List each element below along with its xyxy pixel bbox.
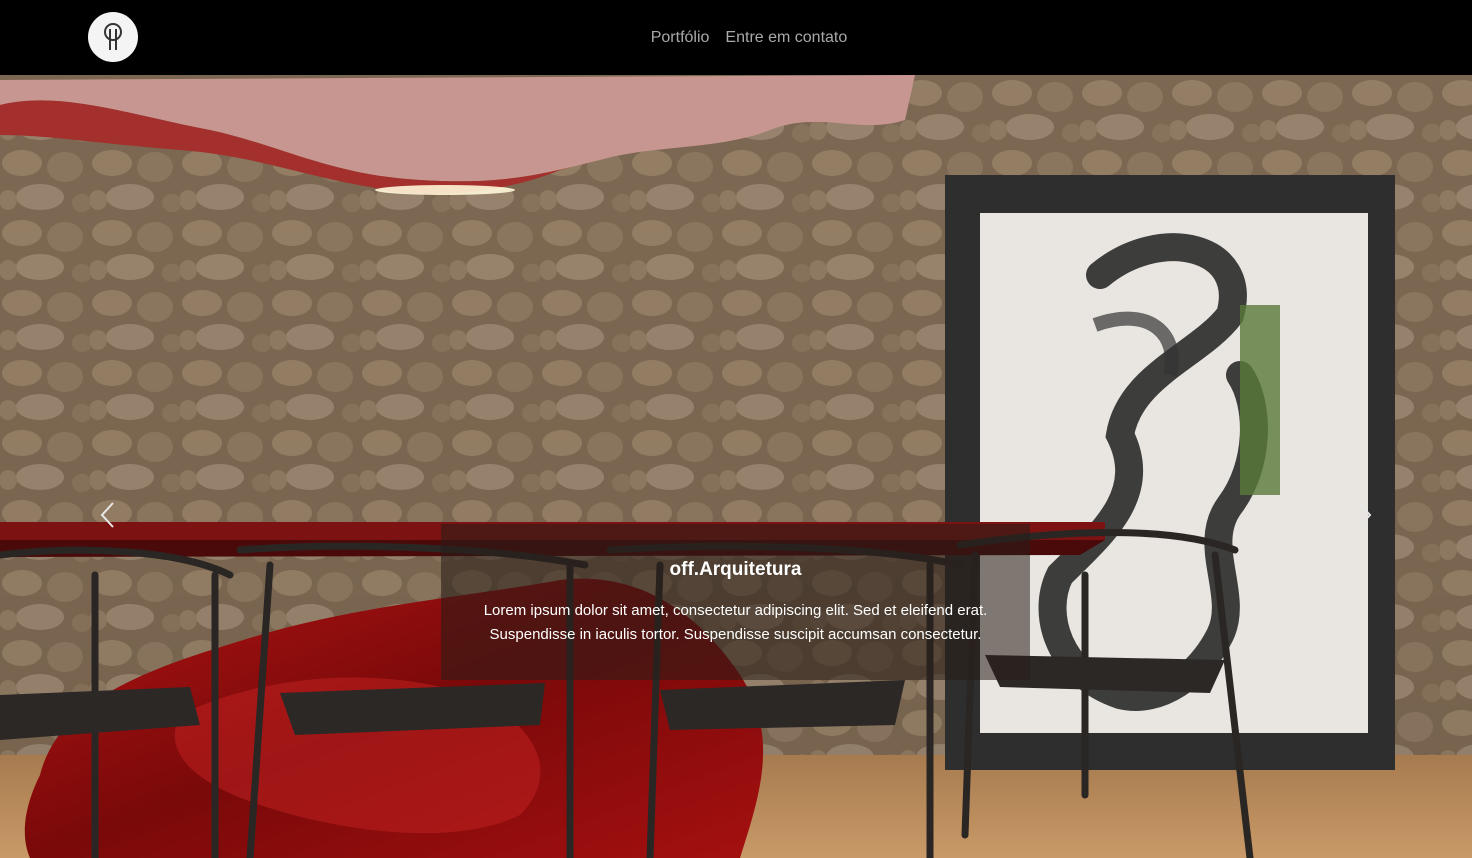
chevron-right-icon (1358, 502, 1372, 528)
caption-title: off.Arquitetura (669, 559, 802, 580)
nav-link-contact[interactable]: Entre em contato (725, 29, 847, 47)
caption-text: Lorem ipsum dolor sit amet, consectetur … (483, 602, 988, 643)
carousel-caption: off.Arquitetura Lorem ipsum dolor sit am… (441, 524, 1030, 680)
navbar: Portfólio Entre em contato (0, 0, 1472, 75)
nav-links: Portfólio Entre em contato (0, 0, 1472, 75)
chevron-left-icon (100, 502, 114, 528)
hero-image (0, 75, 1472, 858)
carousel-next-button[interactable] (1344, 495, 1384, 535)
carousel-prev-button[interactable] (88, 495, 128, 535)
hero-carousel: off.Arquitetura Lorem ipsum dolor sit am… (0, 75, 1472, 858)
nav-link-portfolio[interactable]: Portfólio (651, 29, 710, 47)
